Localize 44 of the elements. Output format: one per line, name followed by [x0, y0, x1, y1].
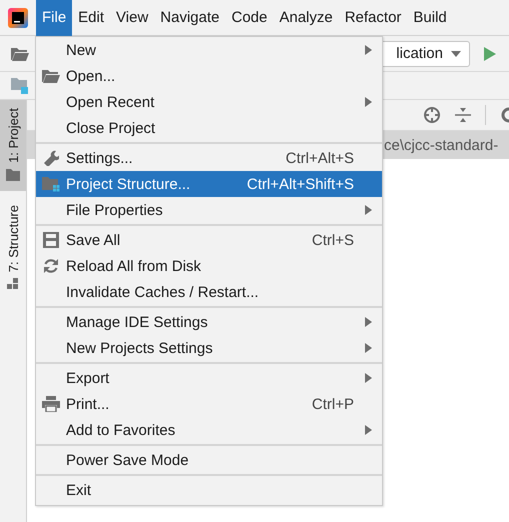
locate-icon[interactable] — [423, 106, 441, 124]
shortcut-text: Ctrl+Alt+Shift+S — [246, 176, 354, 192]
menu-item[interactable]: Invalidate Caches / Restart... — [36, 279, 382, 305]
menu-bar-item[interactable]: Navigate — [154, 0, 226, 36]
app-logo-icon[interactable] — [8, 8, 28, 28]
menu-bar-item[interactable]: Build — [407, 0, 453, 36]
shortcut-text: Ctrl+P — [312, 396, 354, 412]
menu-item[interactable]: Close Project — [36, 115, 382, 141]
menu-item[interactable]: Reload All from Disk — [36, 253, 382, 279]
wrench-icon — [43, 150, 59, 166]
menu-item[interactable]: Add to Favorites — [36, 417, 382, 443]
printer-icon — [42, 396, 60, 412]
tool-window-tab[interactable]: 1: Project — [0, 100, 26, 191]
caret-icon — [451, 50, 461, 56]
menu-item[interactable]: Save All Ctrl+S — [36, 227, 382, 253]
menu-bar-item[interactable]: Code — [225, 0, 274, 36]
menu-bar-item[interactable]: Analyze — [273, 0, 339, 36]
shortcut-text: Ctrl+S — [312, 232, 354, 248]
save-icon — [43, 232, 59, 248]
run-icon[interactable] — [484, 46, 496, 60]
path-text: ce\cjcc-standard- — [384, 136, 498, 154]
shortcut-text: Ctrl+Alt+S — [286, 150, 354, 166]
folder-icon — [6, 168, 20, 181]
menu-item[interactable]: Manage IDE Settings — [36, 309, 382, 335]
menu-item[interactable]: Project Structure... Ctrl+Alt+Shift+S — [36, 171, 382, 197]
menu-item[interactable]: Power Save Mode — [36, 447, 382, 473]
tool-window-tab[interactable]: 7: Structure — [0, 196, 26, 300]
folder-icon[interactable] — [11, 46, 29, 60]
structure-icon — [7, 278, 19, 290]
menu-item[interactable]: Print... Ctrl+P — [36, 391, 382, 417]
menu-bar-item[interactable]: Edit — [72, 0, 110, 36]
menu-item[interactable]: Exit — [36, 477, 382, 503]
menu-item[interactable]: New Projects Settings — [36, 335, 382, 361]
menu-bar-item[interactable]: View — [110, 0, 154, 36]
reload-icon — [43, 258, 59, 274]
menu-item[interactable]: Open Recent — [36, 89, 382, 115]
menu-bar-item[interactable]: File — [36, 0, 72, 36]
collapse-all-icon[interactable] — [455, 107, 471, 123]
project-structure-icon — [42, 176, 60, 192]
menu-bar-item[interactable]: Refactor — [338, 0, 408, 36]
menu-item[interactable]: File Properties — [36, 197, 382, 223]
menu-item[interactable]: Settings... Ctrl+Alt+S — [36, 145, 382, 171]
folder-icon — [42, 69, 60, 83]
menu-item[interactable]: Export — [36, 365, 382, 391]
